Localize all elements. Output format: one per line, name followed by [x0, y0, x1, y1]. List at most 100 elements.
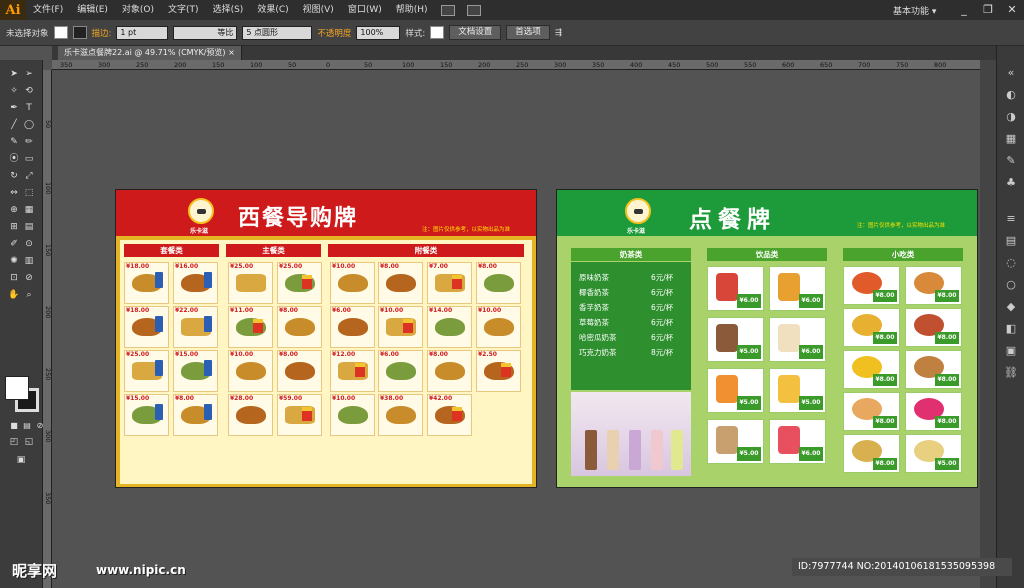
blob-brush-tool-icon[interactable]: ⦿	[7, 153, 21, 165]
menu-cell[interactable]: ¥22.00	[173, 306, 218, 348]
graphic-style-swatch[interactable]	[430, 26, 445, 39]
snack-item[interactable]: ¥8.00	[843, 308, 900, 347]
pen-tool-icon[interactable]: ✒	[7, 102, 21, 114]
menu-select[interactable]: 选择(S)	[206, 0, 251, 20]
opacity-label[interactable]: 不透明度	[317, 27, 351, 39]
menu-cell[interactable]: ¥18.00	[124, 262, 169, 304]
drink-item[interactable]: ¥6.00	[769, 419, 826, 464]
minimize-button[interactable]: _	[952, 0, 976, 20]
drink-item[interactable]: ¥6.00	[707, 266, 764, 311]
menu-cell[interactable]: ¥6.00	[330, 306, 375, 348]
snack-item[interactable]: ¥8.00	[843, 434, 900, 473]
symbol-sprayer-tool-icon[interactable]: ✺	[7, 255, 21, 267]
scale-tool-icon[interactable]: ⤢	[22, 170, 36, 182]
menu-effect[interactable]: 效果(C)	[250, 0, 295, 20]
layers-icon[interactable]: ◧	[1003, 322, 1019, 336]
menu-cell[interactable]: ¥7.00	[427, 262, 472, 304]
drink-item[interactable]: ¥5.00	[769, 368, 826, 413]
fill-swatch[interactable]	[53, 26, 68, 39]
menu-view[interactable]: 视图(V)	[296, 0, 341, 20]
menu-cell[interactable]: ¥8.00	[173, 394, 218, 436]
draw-normal-icon[interactable]: ◰	[7, 436, 21, 448]
magic-wand-tool-icon[interactable]: ✧	[7, 85, 21, 97]
artboards-icon[interactable]: ▣	[1003, 344, 1019, 358]
arrange-documents-icon[interactable]	[466, 4, 481, 16]
blend-tool-icon[interactable]: ⊙	[22, 238, 36, 250]
menu-cell[interactable]: ¥25.00	[277, 262, 322, 304]
appearance-icon[interactable]: ○	[1003, 278, 1019, 292]
menu-cell[interactable]: ¥10.00	[476, 306, 521, 348]
color-mode-icon[interactable]: ■	[7, 420, 21, 432]
menu-cell[interactable]: ¥10.00	[378, 306, 423, 348]
column-graph-tool-icon[interactable]: ▥	[22, 255, 36, 267]
workspace-switcher[interactable]: 基本功能 ▾	[893, 4, 936, 17]
menu-cell[interactable]: ¥42.00	[427, 394, 472, 436]
western-menu-board[interactable]: 乐卡滋 西餐导购牌 注：图片仅供参考，以实物出品为准 套餐类 主餐类 附餐类 ¥18.…	[115, 189, 537, 488]
menu-cell[interactable]: ¥8.00	[277, 306, 322, 348]
snack-item[interactable]: ¥8.00	[843, 266, 900, 305]
menu-type[interactable]: 文字(T)	[161, 0, 206, 20]
order-menu-board[interactable]: 乐卡滋 点餐牌 注：图片仅供参考，以实物出品为准 奶茶类 饮品类 小吃类 原味奶…	[556, 189, 978, 488]
lasso-tool-icon[interactable]: ⟲	[22, 85, 36, 97]
snack-item[interactable]: ¥8.00	[905, 350, 962, 389]
menu-object[interactable]: 对象(O)	[115, 0, 161, 20]
align-icon[interactable]: ⇶	[555, 28, 562, 38]
document-tab[interactable]: 乐卡滋点餐牌22.ai @ 49.71% (CMYK/预览) ×	[58, 46, 242, 60]
menu-cell[interactable]: ¥12.00	[330, 350, 375, 392]
menu-cell[interactable]: ¥8.00	[427, 350, 472, 392]
slice-tool-icon[interactable]: ⊘	[22, 272, 36, 284]
symbols-icon[interactable]: ♣	[1003, 176, 1019, 190]
brush-definition[interactable]: 5 点圆形	[242, 25, 313, 40]
menu-cell[interactable]: ¥8.00	[378, 262, 423, 304]
preferences-button[interactable]: 首选项	[506, 25, 550, 40]
gradient-icon[interactable]: ▤	[1003, 234, 1019, 248]
menu-cell[interactable]: ¥10.00	[228, 350, 273, 392]
menu-edit[interactable]: 编辑(E)	[70, 0, 115, 20]
gradient-tool-icon[interactable]: ▤	[22, 221, 36, 233]
draw-behind-icon[interactable]: ◱	[22, 436, 36, 448]
menu-help[interactable]: 帮助(H)	[389, 0, 435, 20]
drink-item[interactable]: ¥6.00	[769, 266, 826, 311]
color-guide-icon[interactable]: ◑	[1003, 110, 1019, 124]
width-tool-icon[interactable]: ⇔	[7, 187, 21, 199]
snack-item[interactable]: ¥5.00	[905, 434, 962, 473]
menu-cell[interactable]: ¥8.00	[277, 350, 322, 392]
menu-cell[interactable]: ¥15.00	[124, 394, 169, 436]
drink-item[interactable]: ¥5.00	[707, 368, 764, 413]
opacity-field[interactable]: 100%	[356, 25, 401, 40]
menu-window[interactable]: 窗口(W)	[341, 0, 389, 20]
menu-cell[interactable]: ¥59.00	[277, 394, 322, 436]
menu-cell[interactable]: ¥18.00	[124, 306, 169, 348]
menu-cell[interactable]: ¥25.00	[124, 350, 169, 392]
document-setup-button[interactable]: 文档设置	[449, 25, 502, 40]
type-tool-icon[interactable]: T	[22, 102, 36, 114]
mesh-tool-icon[interactable]: ⊞	[7, 221, 21, 233]
snack-item[interactable]: ¥8.00	[905, 266, 962, 305]
stroke-weight-field[interactable]: 1 pt	[116, 25, 169, 40]
menu-file[interactable]: 文件(F)	[26, 0, 70, 20]
drink-item[interactable]: ¥6.00	[769, 317, 826, 362]
pencil-tool-icon[interactable]: ✏	[22, 136, 36, 148]
zoom-tool-icon[interactable]: ⌕	[22, 289, 36, 301]
eyedropper-tool-icon[interactable]: ✐	[7, 238, 21, 250]
drink-item[interactable]: ¥5.00	[707, 317, 764, 362]
menu-cell[interactable]: ¥11.00	[228, 306, 273, 348]
menu-cell[interactable]: ¥25.00	[228, 262, 273, 304]
menu-cell[interactable]: ¥6.00	[378, 350, 423, 392]
line-tool-icon[interactable]: ╱	[7, 119, 21, 131]
close-tab-icon[interactable]: ×	[228, 48, 235, 57]
variable-width-profile[interactable]: 等比	[173, 25, 238, 40]
snack-item[interactable]: ¥8.00	[843, 392, 900, 431]
graphic-styles-icon[interactable]: ◆	[1003, 300, 1019, 314]
ellipse-tool-icon[interactable]: ◯	[22, 119, 36, 131]
close-button[interactable]: ✕	[1000, 0, 1024, 20]
menu-cell[interactable]: ¥38.00	[378, 394, 423, 436]
drink-item[interactable]: ¥5.00	[707, 419, 764, 464]
free-transform-tool-icon[interactable]: ⬚	[22, 187, 36, 199]
swatches-icon[interactable]: ▦	[1003, 132, 1019, 146]
screen-mode-icon[interactable]: ▣	[14, 454, 28, 466]
stroke-icon[interactable]: ≡	[1003, 212, 1019, 226]
brushes-icon[interactable]: ✎	[1003, 154, 1019, 168]
direct-selection-tool-icon[interactable]: ➢	[22, 68, 36, 80]
transparency-icon[interactable]: ◌	[1003, 256, 1019, 270]
